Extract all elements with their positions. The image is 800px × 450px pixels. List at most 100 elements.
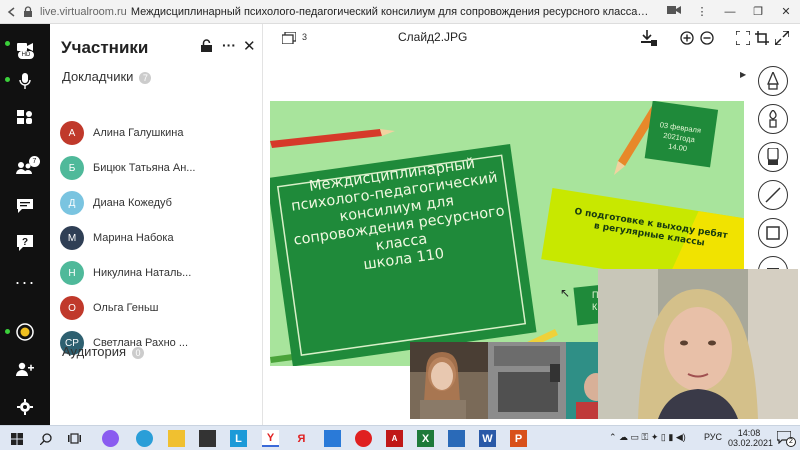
task-view-icon[interactable]	[66, 430, 83, 447]
page-title: Междисциплинарный психолого-педагогическ…	[130, 5, 651, 18]
clock-time: 14:08	[737, 428, 761, 438]
alice-assistant-icon[interactable]	[102, 430, 119, 447]
windows-taskbar: L Y Я A X W P ⌃ ☁ ▭ ⚿ ✦ ▯ ▮ ◀) РУС 14:08…	[0, 425, 800, 450]
participant-name: Бицюк Татьяна Ан...	[93, 162, 196, 174]
minimize-icon[interactable]: —	[716, 6, 744, 18]
download-lock-icon[interactable]	[641, 30, 657, 51]
eraser-icon	[767, 148, 779, 165]
brush-icon	[769, 110, 777, 128]
avatar: О	[60, 296, 84, 320]
left-rail: HD 7 ? ···	[0, 24, 50, 425]
participant-row[interactable]: Д Диана Кожедуб	[60, 189, 260, 217]
line-tool-button[interactable]	[758, 180, 788, 210]
speaker-video-image	[598, 269, 798, 419]
panel-menu-icon[interactable]: ···	[222, 37, 236, 53]
eraser-tool-button[interactable]	[758, 142, 788, 172]
participant-name: Никулина Наталь...	[93, 267, 192, 279]
close-window-icon[interactable]: ✕	[772, 5, 800, 18]
record-icon	[16, 323, 34, 341]
pen-tool-button[interactable]	[758, 66, 788, 96]
participants-button[interactable]	[0, 152, 50, 182]
avatar: А	[60, 121, 84, 145]
mail-icon[interactable]	[324, 430, 341, 447]
pages-icon[interactable]	[281, 31, 297, 49]
more-button[interactable]: ···	[0, 267, 50, 297]
panel-title: Участники	[61, 38, 149, 57]
opera-icon[interactable]	[355, 430, 372, 447]
language-indicator[interactable]: РУС	[704, 432, 722, 442]
photos-icon[interactable]	[448, 430, 465, 447]
excel-icon[interactable]: X	[417, 430, 434, 447]
svg-text:?: ?	[22, 237, 28, 248]
l-app-icon[interactable]: L	[230, 430, 247, 447]
back-icon[interactable]	[4, 4, 20, 20]
file-explorer-icon[interactable]	[168, 430, 185, 447]
lock-icon	[20, 4, 36, 20]
line-icon	[765, 187, 781, 203]
participant-row[interactable]: М Марина Набока	[60, 224, 260, 252]
speakers-label: Докладчики	[62, 69, 134, 84]
windows-start-icon[interactable]	[8, 430, 25, 447]
participant-video-image	[566, 342, 600, 419]
rectangle-tool-button[interactable]	[758, 218, 788, 248]
menu-dots-icon[interactable]: ⋮	[688, 5, 716, 18]
video-participant-2[interactable]	[488, 342, 566, 419]
content-area: 3 Слайд2.JPG ▶ Междисциплинарный психоло…	[264, 24, 800, 425]
browser-titlebar: live.virtualroom.ru Междисциплинарный пс…	[0, 0, 800, 24]
speakers-count: 7	[139, 72, 152, 84]
participant-row[interactable]: Н Никулина Наталь...	[60, 259, 260, 287]
chat-button[interactable]	[0, 191, 50, 221]
powerpoint-icon[interactable]: P	[510, 430, 527, 447]
url-text[interactable]: live.virtualroom.ru	[40, 6, 127, 18]
word-icon[interactable]: W	[479, 430, 496, 447]
edge-browser-icon[interactable]	[136, 430, 153, 447]
yandex-icon[interactable]: Я	[293, 430, 310, 447]
questions-button[interactable]: ?	[0, 228, 50, 258]
close-panel-icon[interactable]: ✕	[243, 37, 256, 55]
settings-button[interactable]	[0, 392, 50, 422]
avatar: М	[60, 226, 84, 250]
audience-section[interactable]: Аудитория 0	[62, 344, 145, 359]
video-participant-3[interactable]	[566, 342, 600, 419]
participant-name: Алина Галушкина	[93, 127, 184, 139]
pen-icon	[767, 72, 779, 90]
video-participant-1[interactable]	[410, 342, 488, 419]
speakers-section[interactable]: Докладчики 7	[62, 69, 152, 84]
record-button[interactable]	[0, 317, 50, 347]
pdf-reader-icon[interactable]: A	[386, 430, 403, 447]
invite-button[interactable]	[0, 354, 50, 384]
video-main-speaker[interactable]	[598, 269, 798, 419]
crop-icon[interactable]	[755, 31, 769, 50]
chat-icon	[17, 199, 33, 213]
expand-icon[interactable]	[774, 30, 790, 50]
mouse-cursor-icon: ↖	[560, 286, 571, 300]
zoom-out-icon[interactable]	[700, 31, 714, 50]
audience-count: 0	[132, 347, 145, 359]
brush-tool-button[interactable]	[758, 104, 788, 134]
question-icon: ?	[17, 235, 33, 251]
yandex-browser-icon[interactable]: Y	[262, 430, 279, 447]
fit-screen-icon[interactable]	[735, 30, 751, 50]
clock[interactable]: 14:08 03.02.2021	[728, 428, 773, 448]
users-screen-icon	[17, 110, 32, 124]
participants-count-badge: 7	[29, 156, 40, 167]
participant-video-image	[410, 342, 488, 419]
share-screen-button[interactable]	[0, 102, 50, 132]
microphone-button[interactable]	[0, 66, 50, 96]
add-user-icon	[16, 362, 34, 376]
search-icon[interactable]	[37, 430, 54, 447]
tray-icons[interactable]: ⌃ ☁ ▭ ⚿ ✦ ▯ ▮ ◀)	[609, 432, 686, 443]
participant-row[interactable]: А Алина Галушкина	[60, 119, 260, 147]
avatar: Б	[60, 156, 84, 180]
lock-room-icon[interactable]	[201, 39, 212, 57]
restore-icon[interactable]: ❐	[744, 5, 772, 18]
zoom-in-icon[interactable]	[680, 31, 694, 50]
camera-indicator-icon[interactable]	[660, 5, 688, 18]
participant-name: Марина Набока	[93, 232, 174, 244]
participant-row[interactable]: О Ольга Геньш	[60, 294, 260, 322]
rectangle-icon	[766, 226, 780, 240]
participants-panel: Участники ··· ✕ Докладчики 7 А Алина Галуш…	[50, 24, 263, 425]
participant-row[interactable]: Б Бицюк Татьяна Ан...	[60, 154, 260, 182]
hd-badge: HD	[18, 51, 34, 59]
store-icon[interactable]	[199, 430, 216, 447]
